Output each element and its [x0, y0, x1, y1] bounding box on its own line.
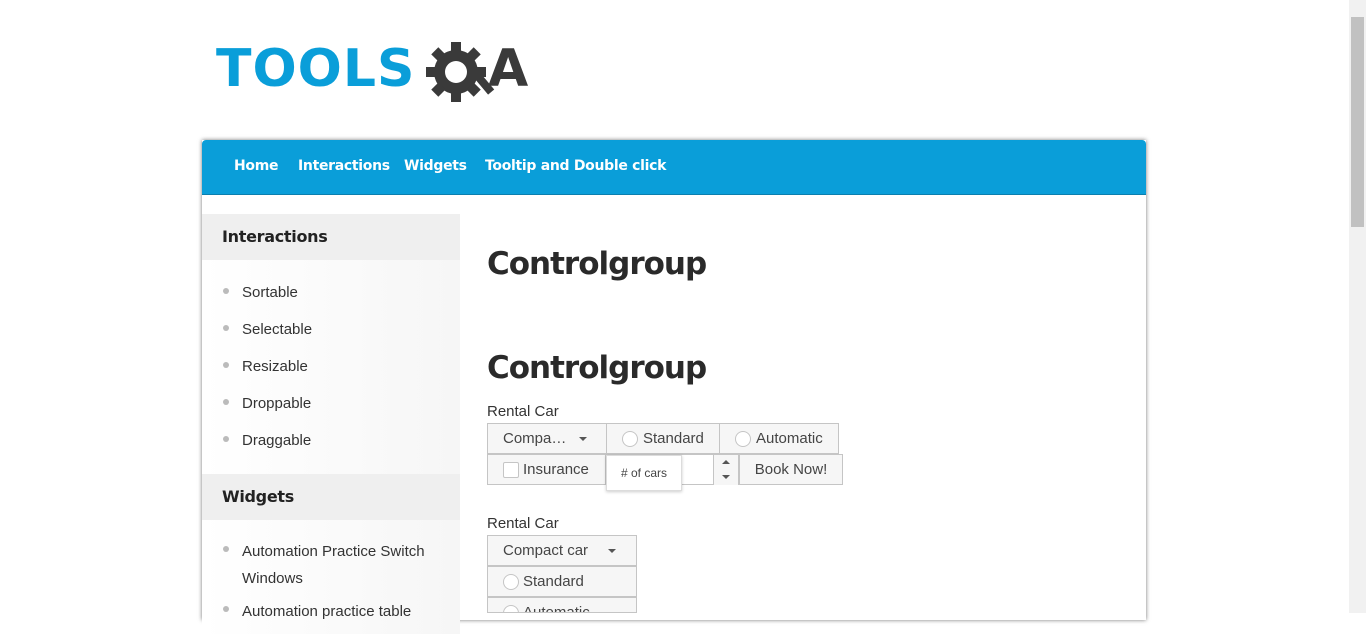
car-type-select-2-value: Compact car — [503, 542, 589, 559]
gear-icon — [426, 42, 495, 102]
radio-icon — [735, 431, 751, 447]
logo-text-tools: TOOLS — [216, 39, 415, 99]
top-navbar: Home Interactions Widgets Tooltip and Do… — [202, 140, 1146, 195]
caret-down-icon — [608, 549, 616, 553]
arrow-down-icon[interactable] — [713, 470, 738, 485]
toolsqa-logo[interactable]: TOOLS A — [216, 36, 540, 110]
cars-tooltip: # of cars — [606, 455, 682, 491]
standard-radio[interactable]: Standard — [606, 423, 720, 454]
standard-label: Standard — [643, 430, 704, 447]
nav-tooltip-double-click[interactable]: Tooltip and Double click — [485, 158, 666, 174]
sidebar-item-selectable[interactable]: Selectable — [242, 316, 442, 343]
nav-widgets[interactable]: Widgets — [404, 158, 467, 174]
sidebar-item-resizable[interactable]: Resizable — [242, 353, 442, 380]
automatic-label-2: Automatic — [523, 604, 590, 613]
radio-icon — [503, 605, 519, 612]
sidebar-item-sortable[interactable]: Sortable — [242, 279, 442, 306]
book-now-button[interactable]: Book Now! — [739, 454, 843, 485]
radio-icon — [503, 574, 519, 590]
bullet-icon — [223, 325, 229, 331]
radio-icon — [622, 431, 638, 447]
bullet-icon — [223, 606, 229, 612]
checkbox-icon — [503, 462, 519, 478]
sidebar-item-draggable[interactable]: Draggable — [242, 427, 442, 454]
sidebar-item-droppable[interactable]: Droppable — [242, 390, 442, 417]
number-of-cars-spinner[interactable]: # of cars — [605, 454, 739, 491]
page-scrollbar[interactable] — [1349, 0, 1366, 613]
sidebar-item-switch-windows[interactable]: Automation Practice Switch Windows — [242, 538, 442, 592]
insurance-checkbox[interactable]: Insurance — [487, 454, 606, 485]
bullet-icon — [223, 399, 229, 405]
nav-home[interactable]: Home — [234, 158, 279, 174]
sidebar-item-practice-table[interactable]: Automation practice table — [242, 598, 442, 625]
sidebar: Interactions Sortable Selectable Resizab… — [202, 214, 460, 634]
standard-radio-2[interactable]: Standard — [487, 566, 637, 597]
rental-car-label-2: Rental Car — [487, 515, 559, 532]
sidebar-heading-widgets: Widgets — [202, 474, 460, 520]
car-type-select-value: Compa… — [503, 430, 567, 447]
sidebar-heading-interactions: Interactions — [202, 214, 460, 260]
nav-interactions[interactable]: Interactions — [298, 158, 390, 174]
section-title: Controlgroup — [487, 350, 707, 386]
bullet-icon — [223, 288, 229, 294]
arrow-up-icon[interactable] — [713, 455, 738, 470]
page-title: Controlgroup — [487, 246, 707, 282]
automatic-label: Automatic — [756, 430, 823, 447]
logo-graphic: TOOLS A — [216, 39, 528, 102]
caret-down-icon — [579, 437, 587, 441]
automatic-radio[interactable]: Automatic — [719, 423, 839, 454]
bullet-icon — [223, 546, 229, 552]
automatic-radio-2[interactable]: Automatic — [487, 597, 637, 613]
insurance-label: Insurance — [523, 461, 589, 478]
scrollbar-thumb[interactable] — [1351, 17, 1364, 227]
standard-label-2: Standard — [523, 573, 584, 590]
bullet-icon — [223, 436, 229, 442]
car-type-select-2[interactable]: Compact car — [487, 535, 637, 566]
rental-car-label: Rental Car — [487, 403, 559, 420]
car-type-select[interactable]: Compa… — [487, 423, 607, 454]
bullet-icon — [223, 362, 229, 368]
logo-text-a: A — [488, 39, 528, 99]
